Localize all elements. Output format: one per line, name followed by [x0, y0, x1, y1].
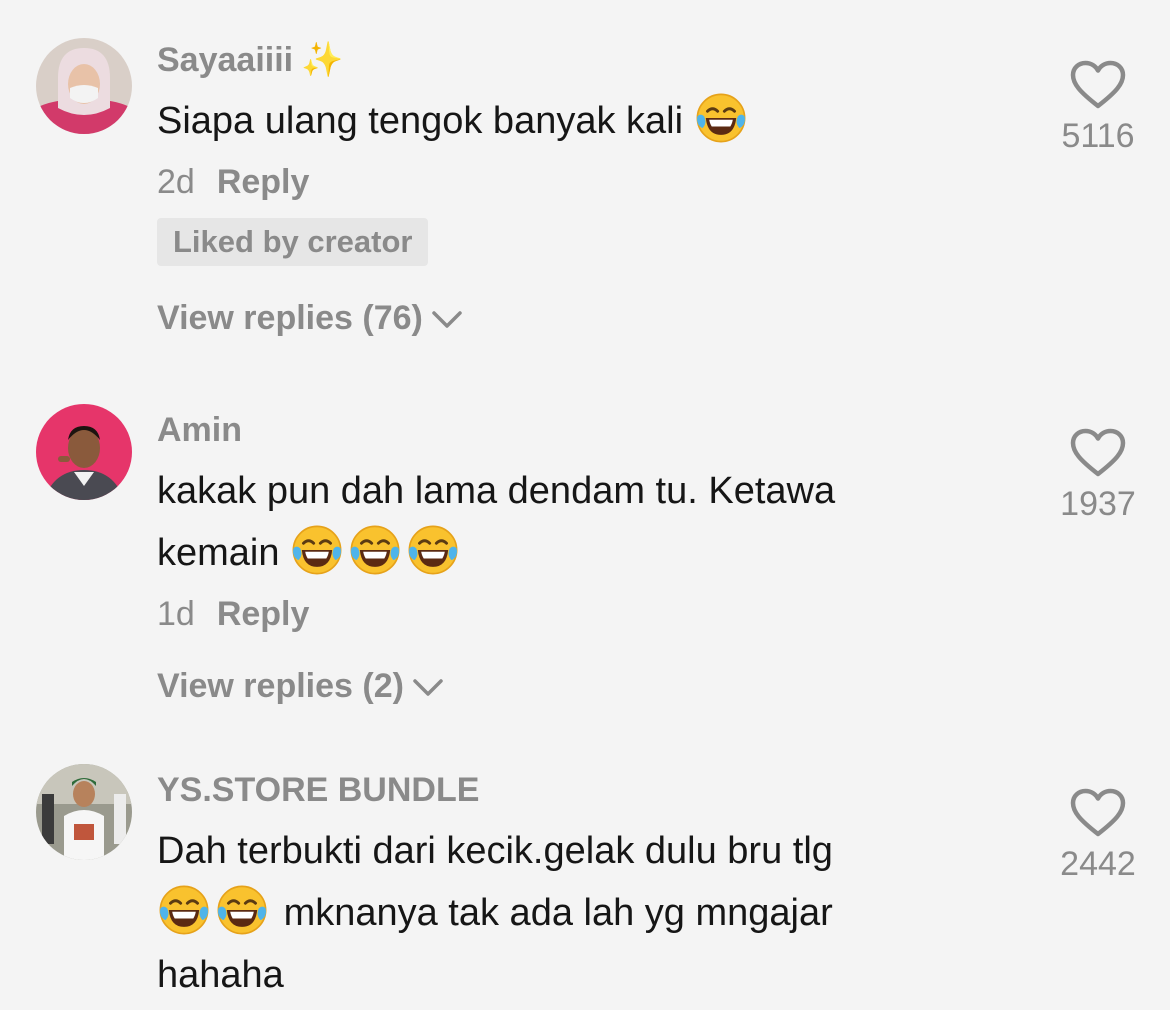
heart-outline-icon[interactable] — [1070, 428, 1126, 478]
comment-text-line: Dah terbukti dari kecik.gelak dulu bru t… — [157, 830, 833, 872]
heart-outline-icon[interactable] — [1070, 788, 1126, 838]
laughing-emoji-icon — [157, 883, 211, 937]
like-column: 1937 — [1040, 428, 1156, 524]
comment-text-content: mknanya tak ada lah yg mngajar — [283, 892, 833, 934]
comment-text-content: Siapa ulang tengok banyak kali — [157, 100, 684, 142]
view-replies-button[interactable]: View replies (2) — [157, 664, 977, 708]
comment-text-line: mknanya tak ada lah yg mngajar — [157, 882, 977, 944]
comment-time: 1d — [157, 595, 195, 633]
comment-text-line: kakak pun dah lama dendam tu. Ketawa — [157, 470, 836, 512]
reply-button[interactable]: Reply — [217, 163, 310, 201]
laughing-emoji-icon — [215, 883, 269, 937]
reply-button[interactable]: Reply — [217, 595, 310, 633]
sparkles-emoji: ✨ — [301, 41, 344, 79]
comment-body: Sayaaiiii ✨ Siapa ulang tengok banyak kal… — [157, 40, 977, 340]
comment-meta: 2d Reply — [157, 160, 977, 204]
laughing-emoji-icon — [694, 91, 748, 145]
chevron-down-icon[interactable] — [431, 310, 463, 330]
username[interactable]: Amin — [157, 410, 977, 450]
view-replies-button[interactable]: View replies (76) — [157, 296, 977, 340]
username-text[interactable]: Sayaaiiii — [157, 41, 293, 79]
like-count: 1937 — [1060, 485, 1136, 523]
like-count: 2442 — [1060, 845, 1136, 883]
comment-text: kakak pun dah lama dendam tu. Ketawa kem… — [157, 460, 977, 584]
laughing-emoji-icon — [290, 523, 344, 577]
comment-text-content: kemain — [157, 532, 280, 574]
comment-text: Siapa ulang tengok banyak kali — [157, 90, 977, 152]
laughing-emoji-icon — [406, 523, 460, 577]
comment-meta: 1d Reply — [157, 592, 977, 636]
view-replies-label[interactable]: View replies (76) — [157, 299, 423, 337]
chevron-down-icon[interactable] — [412, 678, 444, 698]
comment-time: 2d — [157, 163, 195, 201]
comment-text-line: hahaha — [157, 954, 284, 996]
like-column: 5116 — [1040, 60, 1156, 156]
username[interactable]: YS.STORE BUNDLE — [157, 770, 977, 810]
avatar[interactable] — [36, 38, 132, 134]
liked-by-creator-badge: Liked by creator — [157, 218, 429, 266]
comment-text-line: kemain — [157, 522, 977, 584]
avatar[interactable] — [36, 404, 132, 500]
heart-outline-icon[interactable] — [1070, 60, 1126, 110]
username-text[interactable]: YS.STORE BUNDLE — [157, 771, 479, 809]
view-replies-label[interactable]: View replies (2) — [157, 667, 404, 705]
comment-body: Amin kakak pun dah lama dendam tu. Ketaw… — [157, 410, 977, 708]
like-count: 5116 — [1061, 117, 1135, 155]
comment-body: YS.STORE BUNDLE Dah terbukti dari kecik.… — [157, 770, 977, 1006]
username-text[interactable]: Amin — [157, 411, 242, 449]
laughing-emoji-icon — [348, 523, 402, 577]
like-column: 2442 — [1040, 788, 1156, 884]
comment-text: Dah terbukti dari kecik.gelak dulu bru t… — [157, 820, 977, 1006]
avatar[interactable] — [36, 764, 132, 860]
username[interactable]: Sayaaiiii ✨ — [157, 40, 977, 80]
